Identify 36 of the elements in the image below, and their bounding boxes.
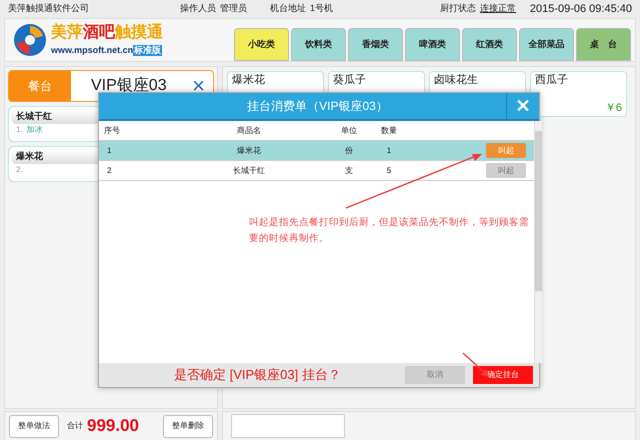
table-cell-text: 2 xyxy=(106,164,112,176)
table-cell-text: 份 xyxy=(344,144,354,156)
confirm-question: 是否确定 [VIP银座03] 挂台？ xyxy=(174,366,341,384)
logo-title: 美萍酒吧触摸通 xyxy=(51,24,163,40)
item-number: 1. xyxy=(16,124,23,136)
product-name: 葵瓜子 xyxy=(333,73,367,88)
operator-value: 管理员 xyxy=(220,2,248,16)
column-header: 序号 xyxy=(103,124,121,136)
company-name: 美萍触摸通软件公司 xyxy=(8,2,90,16)
table-cell-text: 1 xyxy=(386,144,392,156)
column-header: 数量 xyxy=(380,124,398,136)
table-cell-text: 爆米花 xyxy=(236,144,262,156)
datetime: 2015-09-06 09:45:40 xyxy=(530,2,632,17)
dialog-title: 挂台消费单（VIP银座03） xyxy=(246,98,389,115)
terminal-value: 1号机 xyxy=(310,2,334,16)
annotation-text: 叫起是指先点餐打印到后厨，但是该菜品先不制作，等到顾客需要的时候再制作。 xyxy=(249,216,530,246)
column-header: 单位 xyxy=(340,124,358,136)
edition-badge: 标准版 xyxy=(133,44,162,56)
operator-label: 操作人员 xyxy=(180,2,216,16)
terminal-label: 机台地址 xyxy=(270,2,306,16)
printer-label: 厨打状态 xyxy=(440,2,476,16)
total-amount: 999.00 xyxy=(87,415,139,438)
total-label: 合计 xyxy=(67,420,83,432)
table-cell-text: 5 xyxy=(386,164,392,176)
printer-status: 连接正常 xyxy=(480,2,516,16)
item-note: 加冰 xyxy=(26,124,43,136)
product-name: 西瓜子 xyxy=(535,73,569,88)
table-label: 餐台 xyxy=(9,71,71,101)
table-cell-text: 支 xyxy=(344,164,354,176)
column-header: 商品名 xyxy=(236,124,262,136)
table-name: VIP银座03 xyxy=(91,76,167,96)
item-number: 2. xyxy=(16,164,23,176)
table-cell-text: 长城干红 xyxy=(232,164,266,176)
product-name: 爆米花 xyxy=(232,73,266,88)
product-name: 卤味花生 xyxy=(434,73,479,88)
product-price: ￥6 xyxy=(604,100,622,116)
